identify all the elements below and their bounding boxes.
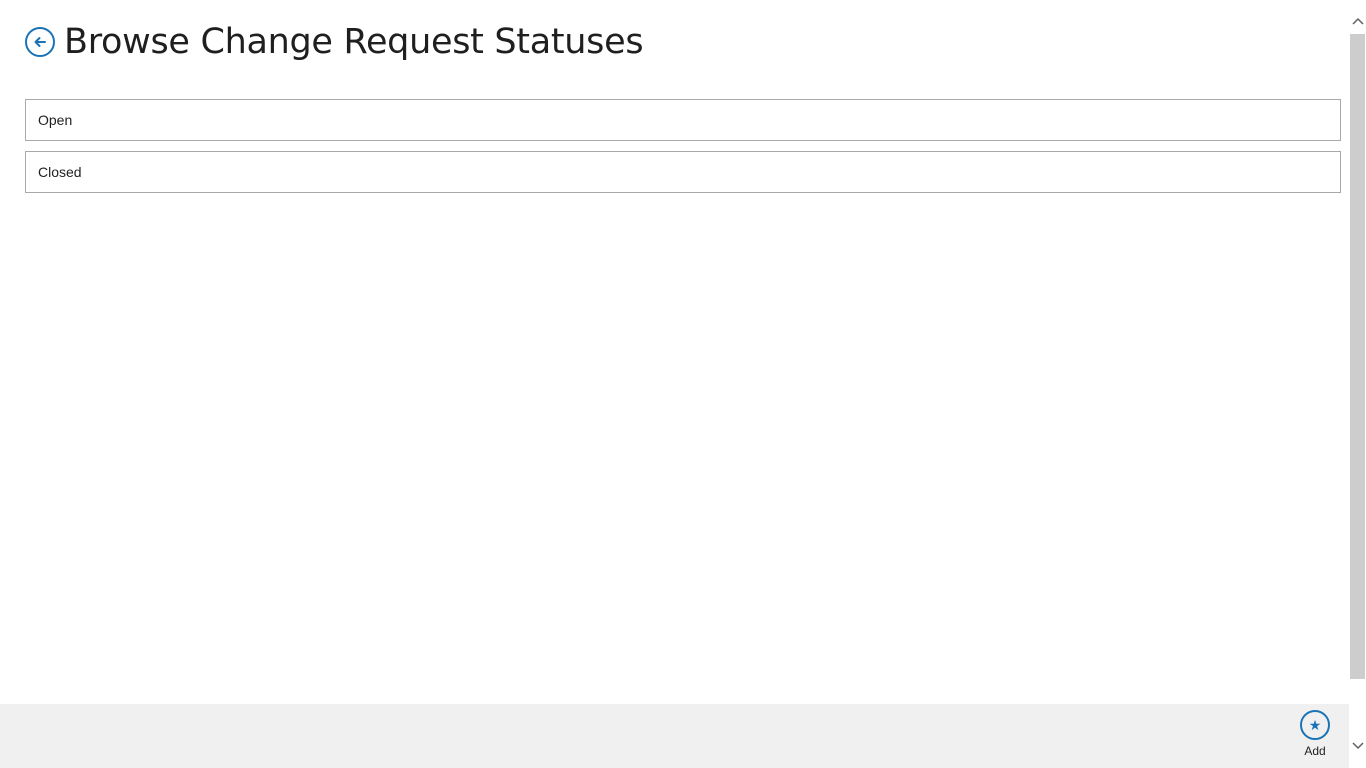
scroll-down-button[interactable] xyxy=(1349,736,1366,756)
status-item-label: Closed xyxy=(38,164,82,180)
chevron-up-icon xyxy=(1351,17,1364,25)
scroll-up-button[interactable] xyxy=(1349,11,1366,31)
app-bar: ★ Add xyxy=(0,704,1349,768)
status-item-label: Open xyxy=(38,112,73,128)
header: Browse Change Request Statuses xyxy=(25,20,644,64)
status-list: Open Closed xyxy=(25,99,1341,203)
star-icon: ★ xyxy=(1300,710,1330,740)
page-title: Browse Change Request Statuses xyxy=(64,22,644,62)
back-button[interactable] xyxy=(25,27,55,57)
add-button[interactable]: ★ Add xyxy=(1294,710,1336,766)
scroll-thumb[interactable] xyxy=(1350,34,1365,679)
chevron-down-icon xyxy=(1351,742,1364,750)
add-button-label: Add xyxy=(1304,744,1326,758)
status-item-open[interactable]: Open xyxy=(25,99,1341,141)
page: Browse Change Request Statuses Open Clos… xyxy=(0,0,1366,768)
back-arrow-icon xyxy=(34,37,46,47)
status-item-closed[interactable]: Closed xyxy=(25,151,1341,193)
vertical-scrollbar[interactable] xyxy=(1349,0,1366,768)
